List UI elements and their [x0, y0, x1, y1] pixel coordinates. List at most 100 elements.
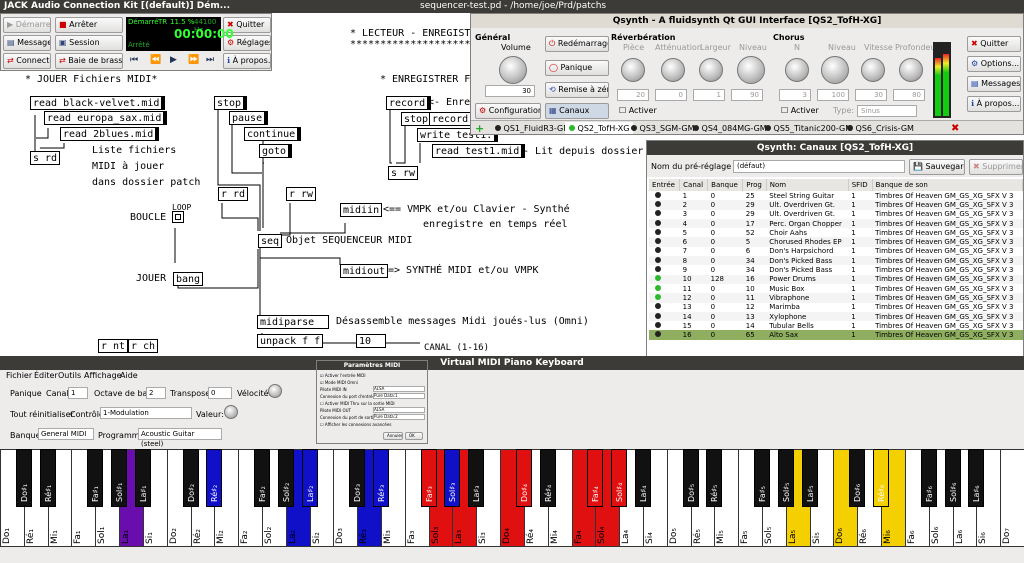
jack-about-button[interactable]: ℹ À propos... [223, 53, 271, 69]
pd-msg-pause[interactable]: pause [229, 111, 269, 125]
piano-black-key[interactable]: Do♯₂ [182, 449, 199, 507]
control-select[interactable]: 1-Modulation [100, 407, 192, 419]
table-row[interactable]: 3 0 29 Ult. Overdriven Gt. 1 Timbres Of Heave… [649, 210, 1023, 219]
pd-msg-read-test1[interactable]: read test1.mid [432, 144, 526, 158]
pd-msg-read-europa[interactable]: read europa_sax.mid [44, 111, 168, 125]
piano-black-key[interactable]: Do♯₃ [349, 449, 366, 507]
table-row[interactable]: 9 0 34 Don's Picked Bass 1 Timbres Of Heaven … [649, 265, 1023, 274]
chorus-n-knob[interactable] [785, 58, 809, 82]
channels-col-5[interactable]: SFID [848, 179, 873, 191]
midi-opt-omni[interactable]: ☑ Mode MIDI Omni [320, 380, 358, 385]
rewind-start-icon[interactable]: ⏮ [130, 55, 138, 65]
table-row[interactable]: 6 0 5 Chorused Rhodes EP 1 Timbres Of Heaven … [649, 237, 1023, 247]
qsynth-messages-button[interactable]: ▤ Messages [967, 76, 1021, 92]
reverb-active-checkbox[interactable]: ☐ Activer [619, 106, 657, 115]
channels-col-0[interactable]: Entrée [649, 179, 681, 191]
table-row[interactable]: 1 0 25 Steel String Guitar 1 Timbres Of Heave… [649, 191, 1023, 200]
chorus-n-spinbox[interactable]: 3 [779, 89, 811, 101]
midi-in-port-select[interactable]: Pure Data:1 [373, 393, 425, 399]
reverb-room-spinbox[interactable]: 20 [617, 89, 649, 101]
table-row[interactable]: 15 0 14 Tubular Bells 1 Timbres Of Heaven GM_… [649, 321, 1023, 330]
table-row[interactable]: 13 0 12 Marimba 1 Timbres Of Heaven GM_GS_XG_… [649, 303, 1023, 312]
piano-black-key[interactable]: Fa♯₁ [87, 449, 104, 507]
jack-messages-button[interactable]: ▤ Messages [3, 35, 51, 51]
pd-msg-read-2blues[interactable]: read 2blues.mid [60, 127, 160, 141]
pd-msg-record[interactable]: record [386, 96, 432, 110]
midi-opt-enable-in[interactable]: ☑ Activer l'entrée MIDI [320, 373, 366, 378]
reverb-damp-spinbox[interactable]: 0 [655, 89, 687, 101]
piano-black-key[interactable]: Sol♯₄ [611, 449, 628, 507]
piano-black-key[interactable]: La♯₅ [801, 449, 818, 507]
menu-affichage[interactable]: Affichage [84, 371, 122, 380]
forward-icon[interactable]: ⏩ [188, 55, 199, 65]
channels-button[interactable]: ▦ Canaux [545, 103, 609, 119]
add-engine-icon[interactable]: + [475, 122, 484, 134]
save-preset-button[interactable]: 💾 Sauvegarder [909, 159, 965, 175]
pd-obj-r-rw[interactable]: r rw [286, 187, 317, 201]
jack-connect-button[interactable]: ⇄ Connecter [3, 53, 51, 69]
bank-select[interactable]: General MIDI [38, 428, 94, 440]
pd-obj-midiparse[interactable]: midiparse [257, 315, 329, 329]
pd-obj-bang[interactable]: bang [173, 272, 204, 286]
jack-session-button[interactable]: ▣ Session [55, 35, 123, 51]
tab-qs4[interactable]: QS4_084MG-GM [693, 124, 767, 133]
chorus-depth-knob[interactable] [899, 58, 923, 82]
piano-white-key[interactable]: Do₇ [1000, 449, 1024, 547]
jack-patchbay-button[interactable]: ⇄ Baie de brassage [55, 53, 123, 69]
table-row[interactable]: 16 0 65 Alto Sax 1 Timbres Of Heaven GM_GS_XG… [649, 330, 1023, 340]
piano-black-key[interactable]: Ré♯₂ [206, 449, 223, 507]
program-select[interactable]: Acoustic Guitar (steel) [138, 428, 222, 448]
qsynth-about-button[interactable]: ℹ À propos... [967, 96, 1021, 112]
piano-black-key[interactable]: Sol♯₁ [111, 449, 128, 507]
piano-black-key[interactable]: Do♯₁ [15, 449, 32, 507]
delete-preset-button[interactable]: ✖ Supprimer [969, 159, 1023, 175]
table-row[interactable]: 10 128 16 Power Drums 1 Timbres Of Heaven GM_… [649, 274, 1023, 284]
octave-spinbox[interactable]: 2 [146, 387, 166, 399]
pd-obj-midiout[interactable]: midiout [340, 264, 389, 278]
qsynth-quit-button[interactable]: ✖ Quitter [967, 36, 1021, 52]
jack-stop-button[interactable]: ■ Arrêter [55, 17, 123, 33]
piano-black-key[interactable]: Fa♯₂ [253, 449, 270, 507]
reverb-level-knob[interactable] [737, 56, 765, 84]
reverb-damp-knob[interactable] [661, 58, 685, 82]
piano-black-key[interactable]: Ré♯₅ [706, 449, 723, 507]
reverb-level-spinbox[interactable]: 90 [731, 89, 763, 101]
pd-obj-r-rd[interactable]: r rd [218, 187, 249, 201]
piano-black-key[interactable]: Ré♯₄ [539, 449, 556, 507]
channels-col-2[interactable]: Banque [707, 179, 744, 191]
volume-knob[interactable] [499, 56, 527, 84]
chorus-speed-knob[interactable] [861, 58, 885, 82]
pd-obj-r-nt[interactable]: r nt [98, 339, 129, 353]
table-row[interactable]: 4 0 17 Perc. Organ Chopper 1 Timbres Of Heave… [649, 218, 1023, 229]
tab-qs1[interactable]: QS1_FluidR3-GM [495, 124, 570, 133]
pd-msg-continue[interactable]: continue [244, 127, 302, 141]
menu-fichier[interactable]: Fichier [6, 371, 32, 380]
pd-msg-goto[interactable]: goto [259, 144, 293, 158]
rewind-icon[interactable]: ⏪ [150, 55, 161, 65]
table-row[interactable]: 11 0 10 Music Box 1 Timbres Of Heaven GM_GS_X… [649, 284, 1023, 293]
midi-opt-advanced[interactable]: ☐ Afficher les connexions avancées [320, 422, 391, 427]
piano-black-key[interactable]: Sol♯₅ [777, 449, 794, 507]
chorus-level-knob[interactable] [821, 56, 849, 84]
reset-all-button[interactable]: Tout réinitialiser [10, 410, 74, 419]
piano-black-key[interactable]: Do♯₆ [849, 449, 866, 507]
piano-black-key[interactable]: Sol♯₂ [277, 449, 294, 507]
table-row[interactable]: 7 0 6 Don's Harpsichord 1 Timbres Of Heaven G… [649, 247, 1023, 256]
piano-black-key[interactable]: La♯₂ [301, 449, 318, 507]
pd-msg-read-black-velvet[interactable]: read black-velvet.mid [30, 96, 166, 110]
reset-button[interactable]: ⟲ Remise à zéro [545, 82, 609, 98]
piano-black-key[interactable]: Do♯₅ [682, 449, 699, 507]
piano-black-key[interactable]: Ré♯₁ [39, 449, 56, 507]
midi-out-driver-select[interactable]: ALSA [373, 407, 425, 413]
piano-black-key[interactable]: Sol♯₃ [444, 449, 461, 507]
pd-msg-rec-record[interactable]: record [429, 112, 475, 126]
piano-black-key[interactable]: Fa♯₃ [420, 449, 437, 507]
tab-qs2[interactable]: QS2_TofH-XG [565, 122, 634, 134]
pd-obj-s-rw[interactable]: s rw [388, 166, 419, 180]
menu-outils[interactable]: Outils [58, 371, 81, 380]
jack-start-button[interactable]: ▶ Démarrer [3, 17, 51, 33]
chorus-speed-spinbox[interactable]: 30 [855, 89, 887, 101]
play-icon[interactable]: ▶ [170, 55, 177, 65]
piano-black-key[interactable]: La♯₄ [634, 449, 651, 507]
chorus-depth-spinbox[interactable]: 80 [893, 89, 925, 101]
